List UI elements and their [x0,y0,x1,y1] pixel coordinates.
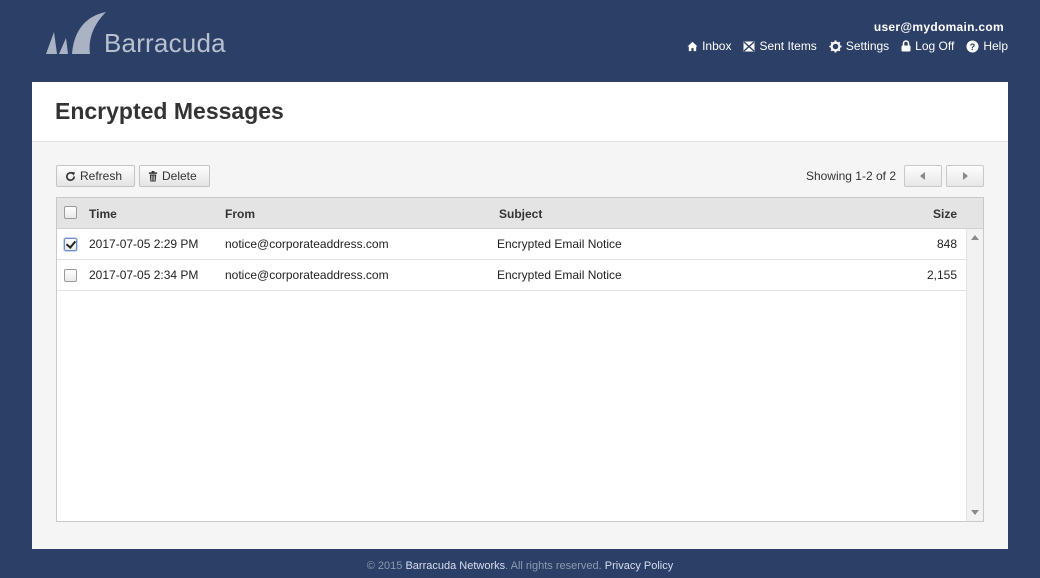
pagination-status: Showing 1-2 of 2 [805,169,896,183]
nav-sent-items-label: Sent Items [759,39,817,53]
column-header-time[interactable]: Time [89,207,117,221]
select-all-checkbox[interactable] [64,206,77,219]
next-page-button[interactable] [946,165,984,187]
logo-text: Barracuda [104,28,226,58]
refresh-label: Refresh [80,169,123,183]
scroll-down-arrow-icon[interactable] [971,510,979,515]
user-email: user@mydomain.com [873,20,1004,34]
footer-rights: . All rights reserved. [505,560,602,572]
nav-settings-label: Settings [845,39,890,53]
footer: © 2015 Barracuda Networks. All rights re… [0,560,1040,572]
delete-label: Delete [162,169,197,183]
triangle-right-icon [963,172,968,180]
messages-grid: Time From Subject Size 2017-07-05 2:29 P… [56,197,984,522]
trash-icon [148,170,158,182]
row-from: notice@corporateaddress.com [225,268,389,282]
table-row[interactable]: 2017-07-05 2:29 PM notice@corporateaddre… [57,229,966,260]
nav-sent-items[interactable]: Sent Items [743,39,817,53]
column-header-subject[interactable]: Subject [499,207,542,221]
page-title: Encrypted Messages [55,98,284,124]
row-size: 848 [936,237,957,251]
row-checkbox[interactable] [64,269,77,282]
prev-page-button[interactable] [904,165,942,187]
nav-help-label: Help [983,39,1008,53]
row-size: 2,155 [926,268,957,282]
home-icon [687,41,698,51]
nav-settings[interactable]: Settings [829,39,889,53]
triangle-left-icon [920,172,925,180]
privacy-policy-link[interactable]: Privacy Policy [605,560,673,572]
lock-icon [901,40,911,52]
refresh-button[interactable]: Refresh [56,165,135,187]
barracuda-fin-icon [46,12,106,54]
row-time: 2017-07-05 2:34 PM [89,268,199,282]
column-header-size[interactable]: Size [933,207,957,221]
row-time: 2017-07-05 2:29 PM [89,237,199,251]
delete-button[interactable]: Delete [139,165,210,187]
top-nav: Inbox Sent Items Settings Log Off ? Help [687,39,1008,53]
row-subject: Encrypted Email Notice [497,237,622,251]
table-row[interactable]: 2017-07-05 2:34 PM notice@corporateaddre… [57,260,966,291]
refresh-icon [66,171,76,181]
help-icon: ? [966,39,979,53]
envelope-icon [743,40,755,52]
row-checkbox[interactable] [64,238,77,251]
nav-inbox[interactable]: Inbox [687,39,731,53]
footer-copyright: © 2015 [366,560,403,572]
app-header: Barracuda user@mydomain.com Inbox Sent I… [0,0,1040,82]
main-panel: Encrypted Messages Refresh Delete Showin… [32,82,1008,549]
nav-log-off[interactable]: Log Off [901,39,954,53]
nav-log-off-label: Log Off [915,39,955,53]
grid-scrollbar[interactable] [966,229,983,521]
grid-header: Time From Subject Size [57,198,983,229]
scroll-up-arrow-icon[interactable] [971,235,979,240]
footer-company-link[interactable]: Barracuda Networks [405,560,505,572]
nav-inbox-label: Inbox [702,39,732,53]
column-header-from[interactable]: From [225,207,255,221]
row-from: notice@corporateaddress.com [225,237,389,251]
svg-text:?: ? [970,41,976,51]
row-subject: Encrypted Email Notice [497,268,622,282]
gear-icon [829,39,842,53]
nav-help[interactable]: ? Help [966,39,1008,53]
